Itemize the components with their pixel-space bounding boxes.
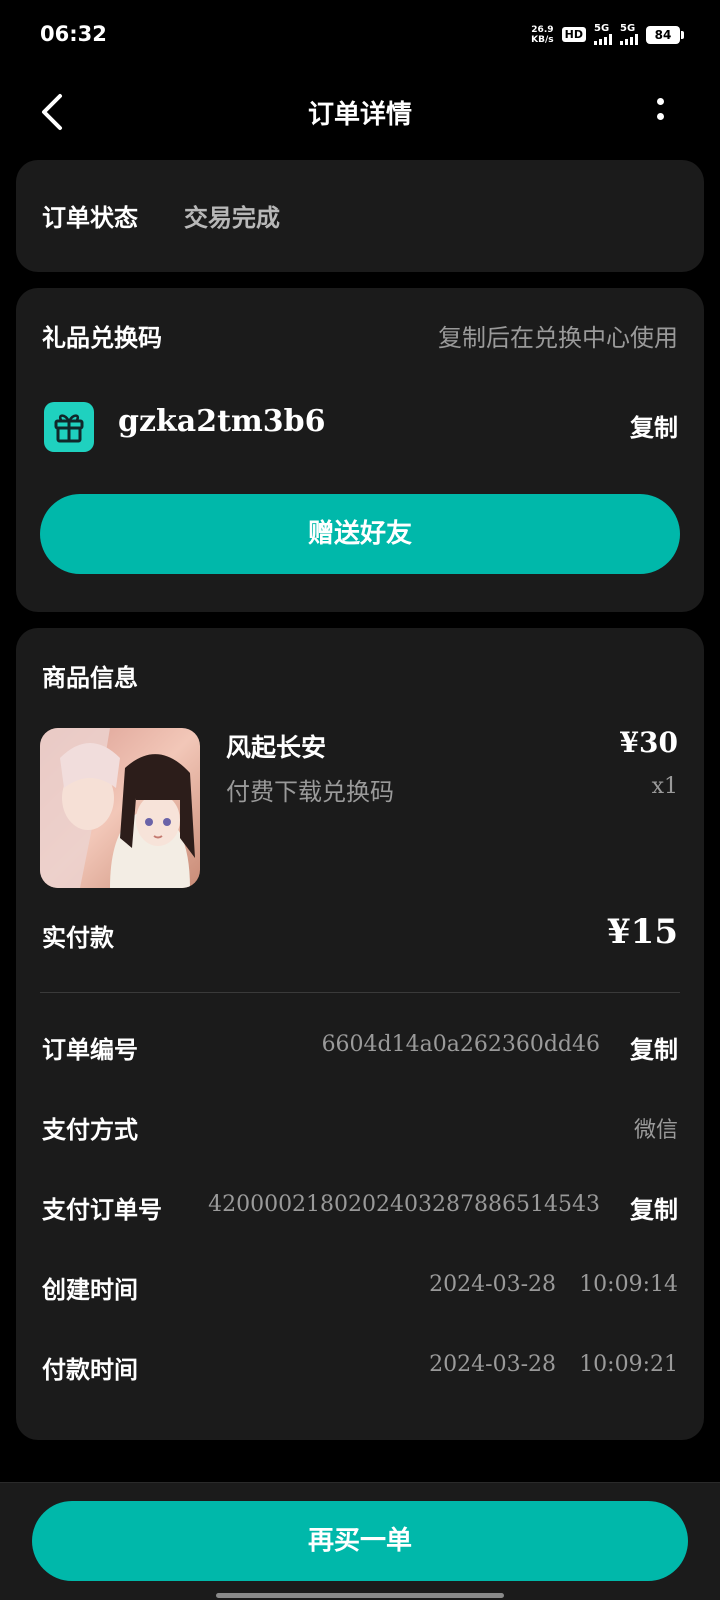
- order-status-value: 交易完成: [184, 203, 280, 232]
- buy-again-button[interactable]: 再买一单: [32, 1501, 688, 1581]
- created-time-row: 创建时间 2024-03-28 10:09:14: [42, 1270, 678, 1310]
- status-icons: 26.9 KB/s HD 5G 5G 84: [531, 24, 684, 45]
- product-quantity: x1: [651, 774, 678, 799]
- gift-code-title: 礼品兑换码: [42, 323, 162, 352]
- sim2-network-label: 5G: [620, 23, 636, 34]
- created-time-label: 创建时间: [42, 1275, 138, 1304]
- paid-time-value: 10:09:21: [579, 1352, 678, 1377]
- battery-icon: 84: [646, 25, 684, 44]
- payment-order-value: 4200002180202403287886514543: [208, 1192, 600, 1217]
- divider: [40, 992, 680, 993]
- battery-level: 84: [654, 27, 672, 42]
- bottom-action-bar: 再买一单: [0, 1482, 720, 1600]
- copy-payment-order-button[interactable]: 复制: [630, 1190, 678, 1225]
- order-status-card: 订单状态 交易完成: [16, 160, 704, 272]
- copy-gift-code-button[interactable]: 复制: [630, 408, 678, 443]
- send-to-friend-button[interactable]: 赠送好友: [40, 494, 680, 574]
- gift-code-hint: 复制后在兑换中心使用: [438, 324, 678, 352]
- more-button[interactable]: [648, 98, 672, 128]
- payment-method-row: 支付方式 微信: [42, 1110, 678, 1150]
- status-time: 06:32: [40, 22, 107, 46]
- payment-method-value: 微信: [633, 1118, 678, 1143]
- more-dot: [656, 113, 664, 120]
- status-bar: 06:32 26.9 KB/s HD 5G 5G 84: [0, 0, 720, 70]
- paid-amount-label: 实付款: [42, 923, 114, 952]
- copy-order-number-button[interactable]: 复制: [630, 1030, 678, 1065]
- page-title: 订单详情: [307, 100, 412, 130]
- network-speed-value: 26.9: [531, 24, 554, 35]
- created-time-value: 10:09:14: [579, 1272, 678, 1297]
- more-dot: [656, 98, 664, 105]
- hd-icon: HD: [561, 27, 586, 42]
- gift-icon: [44, 402, 94, 452]
- network-speed-unit: KB/s: [531, 34, 554, 45]
- payment-order-row: 支付订单号 4200002180202403287886514543 复制: [42, 1190, 678, 1230]
- order-number-value: 6604d14a0a262360dd46: [321, 1032, 600, 1057]
- payment-method-label: 支付方式: [42, 1115, 138, 1144]
- product-section-title: 商品信息: [42, 663, 138, 692]
- created-date-value: 2024-03-28: [429, 1272, 556, 1297]
- product-type: 付费下载兑换码: [226, 778, 394, 806]
- order-status-label: 订单状态: [42, 203, 138, 232]
- order-number-row: 订单编号 6604d14a0a262360dd46 复制: [42, 1030, 678, 1070]
- sim1-network-label: 5G: [594, 23, 610, 34]
- gift-code-value: gzka2tm3b6: [118, 404, 326, 439]
- product-name: 风起长安: [226, 733, 327, 762]
- payment-order-label: 支付订单号: [42, 1195, 162, 1224]
- signal-sim2-icon: 5G: [620, 24, 638, 45]
- product-price: ¥30: [619, 726, 678, 759]
- paid-date-value: 2024-03-28: [429, 1352, 556, 1377]
- paid-amount-value: ¥15: [607, 912, 678, 952]
- paid-time-label: 付款时间: [42, 1355, 138, 1384]
- page-header: 订单详情: [0, 80, 720, 144]
- paid-time-row: 付款时间 2024-03-28 10:09:21: [42, 1350, 678, 1390]
- home-indicator[interactable]: [216, 1593, 504, 1598]
- product-info-card: 商品信息 风起长安 ¥30 付费下载兑换码 x1 实付款 ¥15 订单编号 66…: [16, 628, 704, 1440]
- network-speed: 26.9 KB/s: [531, 25, 553, 45]
- signal-sim1-icon: 5G: [594, 24, 612, 45]
- gift-code-card: 礼品兑换码 复制后在兑换中心使用 gzka2tm3b6 复制 赠送好友: [16, 288, 704, 612]
- order-number-label: 订单编号: [42, 1035, 138, 1064]
- product-cover-image[interactable]: [40, 728, 200, 888]
